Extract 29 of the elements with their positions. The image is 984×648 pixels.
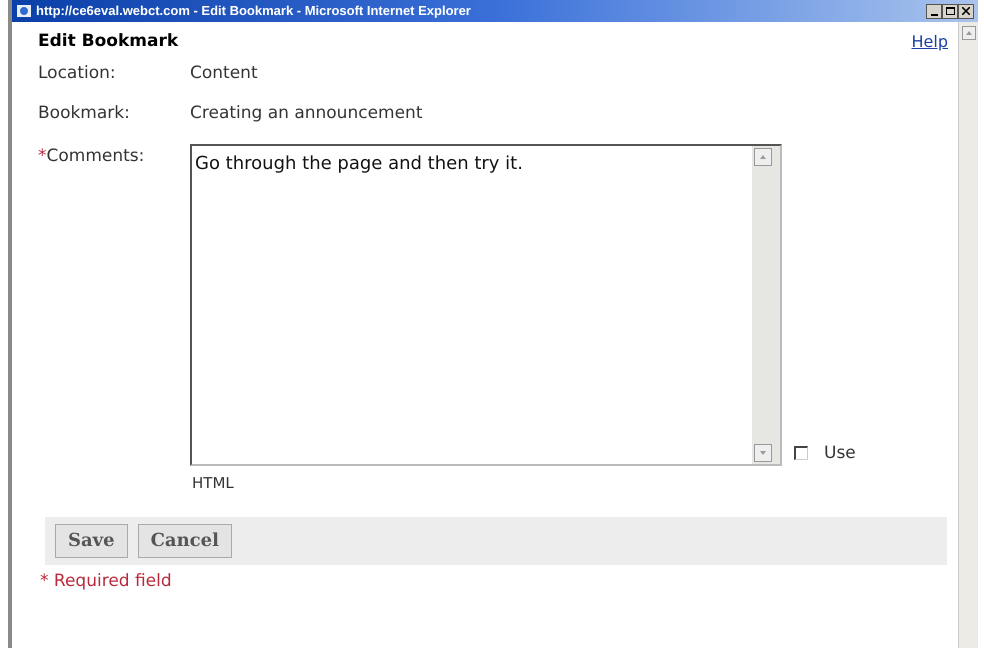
dialog-button[interactable]: Save bbox=[55, 524, 128, 558]
field-value: Creating an announcement bbox=[190, 102, 422, 126]
dialog-button[interactable]: Cancel bbox=[138, 524, 232, 558]
comment-text: Go through the page and then try it. bbox=[195, 153, 523, 174]
browser-icon bbox=[16, 3, 32, 19]
scrollbar[interactable] bbox=[752, 146, 780, 464]
window-title: http://ce6eval.webct.com - Edit Bookmark - Microsoft Internet Explorer bbox=[36, 2, 471, 20]
required-mark: * bbox=[38, 145, 46, 168]
scroll-up-icon[interactable] bbox=[962, 26, 976, 40]
help-link[interactable]: Help bbox=[912, 30, 948, 54]
checkbox-label: HTML bbox=[192, 473, 235, 494]
scroll-down-icon[interactable] bbox=[754, 444, 772, 462]
field-label: Bookmark: bbox=[38, 102, 131, 126]
required-note: * Required field bbox=[40, 570, 173, 592]
field-label: Comments: bbox=[46, 145, 144, 168]
page-scrollbar[interactable] bbox=[958, 22, 978, 648]
close-button[interactable] bbox=[958, 4, 974, 18]
maximize-button[interactable] bbox=[942, 4, 958, 18]
minimize-icon bbox=[930, 14, 938, 16]
minimize-button[interactable] bbox=[926, 4, 942, 18]
checkbox[interactable] bbox=[794, 446, 808, 460]
maximize-icon bbox=[946, 7, 954, 15]
dialog-heading: Edit Bookmark bbox=[38, 30, 178, 54]
scroll-up-icon[interactable] bbox=[754, 148, 772, 166]
field-label: Location: bbox=[38, 62, 117, 86]
field-value: Content bbox=[190, 62, 258, 86]
checkbox-label: Use bbox=[824, 442, 856, 464]
close-icon bbox=[962, 7, 970, 15]
comments-textarea[interactable]: Go through the page and then try it. bbox=[190, 144, 782, 466]
